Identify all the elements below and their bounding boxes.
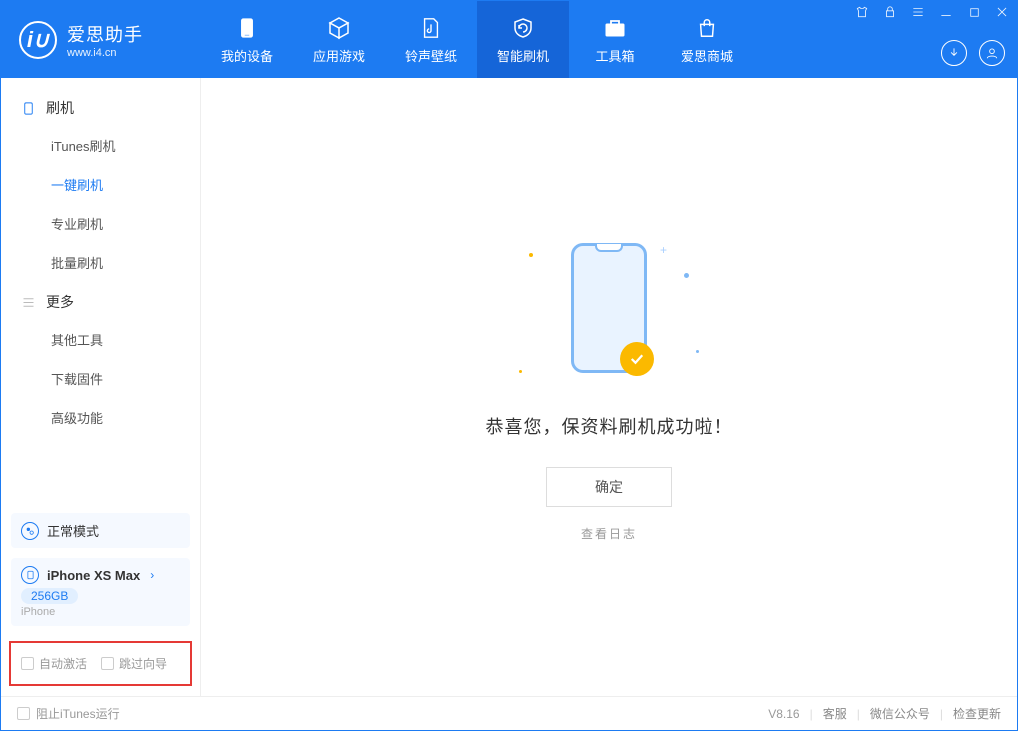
sidebar: 刷机 iTunes刷机 一键刷机 专业刷机 批量刷机 更多 其他工具 下载固件 …	[1, 78, 201, 696]
sidebar-item-pro-flash[interactable]: 专业刷机	[1, 204, 200, 243]
tab-ringtone-wallpaper[interactable]: 铃声壁纸	[385, 1, 477, 78]
user-icon[interactable]	[979, 40, 1005, 66]
device-type: iPhone	[21, 606, 180, 618]
header-action-icons	[941, 40, 1005, 66]
cube-icon	[326, 15, 352, 41]
mode-icon	[21, 522, 39, 540]
checkbox-box	[101, 657, 114, 670]
tab-label: 应用游戏	[313, 46, 365, 65]
ok-button[interactable]: 确定	[546, 467, 672, 507]
checkbox-block-itunes[interactable]	[17, 707, 30, 720]
menu-icon[interactable]	[909, 5, 927, 22]
success-illustration: +	[509, 233, 709, 383]
tab-label: 工具箱	[595, 46, 634, 65]
check-badge-icon	[620, 342, 654, 376]
music-file-icon	[418, 15, 444, 41]
mode-label: 正常模式	[47, 521, 99, 540]
sidebar-section-more: 更多	[1, 282, 200, 320]
wechat-link[interactable]: 微信公众号	[870, 705, 930, 722]
app-logo-icon: i∪	[19, 21, 57, 59]
maximize-icon[interactable]	[965, 6, 983, 22]
tab-apps-games[interactable]: 应用游戏	[293, 1, 385, 78]
tab-smart-flash[interactable]: 智能刷机	[477, 1, 569, 78]
tab-label: 铃声壁纸	[405, 46, 457, 65]
device-icon	[234, 15, 260, 41]
logo-area: i∪ 爱思助手 www.i4.cn	[1, 1, 201, 78]
chevron-right-icon: ›	[150, 568, 154, 582]
sidebar-section-flash: 刷机	[1, 88, 200, 126]
phone-illustration	[571, 243, 647, 373]
tab-label: 我的设备	[221, 46, 273, 65]
minimize-icon[interactable]	[937, 5, 955, 22]
tab-label: 爱思商城	[681, 46, 733, 65]
block-itunes-label: 阻止iTunes运行	[36, 705, 120, 722]
view-log-link[interactable]: 查看日志	[581, 525, 637, 542]
check-update-link[interactable]: 检查更新	[953, 705, 1001, 722]
device-name: iPhone XS Max	[47, 568, 140, 583]
main-content: + 恭喜您，保资料刷机成功啦！ 确定 查看日志	[201, 78, 1017, 696]
highlighted-options: 自动激活 跳过向导	[9, 641, 192, 686]
checkbox-box	[17, 707, 30, 720]
tab-label: 智能刷机	[497, 46, 549, 65]
checkbox-label: 自动激活	[39, 655, 87, 672]
support-link[interactable]: 客服	[823, 705, 847, 722]
tab-toolbox[interactable]: 工具箱	[569, 1, 661, 78]
phone-outline-icon	[21, 101, 36, 116]
close-icon[interactable]	[993, 5, 1011, 22]
checkbox-label: 跳过向导	[119, 655, 167, 672]
success-message: 恭喜您，保资料刷机成功啦！	[486, 413, 733, 439]
footer: 阻止iTunes运行 V8.16 | 客服 | 微信公众号 | 检查更新	[1, 696, 1017, 730]
bag-icon	[694, 15, 720, 41]
checkbox-box	[21, 657, 34, 670]
list-icon	[21, 295, 36, 310]
window-controls	[853, 5, 1011, 22]
version-label: V8.16	[768, 707, 799, 721]
sidebar-item-batch-flash[interactable]: 批量刷机	[1, 243, 200, 282]
sidebar-item-download-firmware[interactable]: 下载固件	[1, 359, 200, 398]
app-header: i∪ 爱思助手 www.i4.cn 我的设备 应用游戏 铃声壁纸 智能刷机	[1, 1, 1017, 78]
refresh-shield-icon	[510, 15, 536, 41]
toolbox-icon	[602, 15, 628, 41]
checkbox-auto-activate[interactable]: 自动激活	[21, 655, 87, 672]
capacity-badge: 256GB	[21, 588, 78, 604]
device-card-icon	[21, 566, 39, 584]
sidebar-item-oneclick-flash[interactable]: 一键刷机	[1, 165, 200, 204]
tab-my-device[interactable]: 我的设备	[201, 1, 293, 78]
section-label: 刷机	[46, 98, 74, 118]
section-label: 更多	[46, 292, 74, 312]
device-card[interactable]: iPhone XS Max › 256GB iPhone	[11, 558, 190, 626]
logo-text: 爱思助手 www.i4.cn	[67, 21, 143, 59]
tab-store[interactable]: 爱思商城	[661, 1, 753, 78]
app-name: 爱思助手	[67, 21, 143, 47]
download-icon[interactable]	[941, 40, 967, 66]
sidebar-item-itunes-flash[interactable]: iTunes刷机	[1, 126, 200, 165]
sparkle-icon: +	[660, 243, 667, 257]
mode-card[interactable]: 正常模式	[11, 513, 190, 548]
sidebar-item-other-tools[interactable]: 其他工具	[1, 320, 200, 359]
app-url: www.i4.cn	[67, 47, 143, 59]
checkbox-skip-guide[interactable]: 跳过向导	[101, 655, 167, 672]
shirt-icon[interactable]	[853, 5, 871, 22]
lock-icon[interactable]	[881, 5, 899, 22]
sidebar-item-advanced[interactable]: 高级功能	[1, 398, 200, 437]
